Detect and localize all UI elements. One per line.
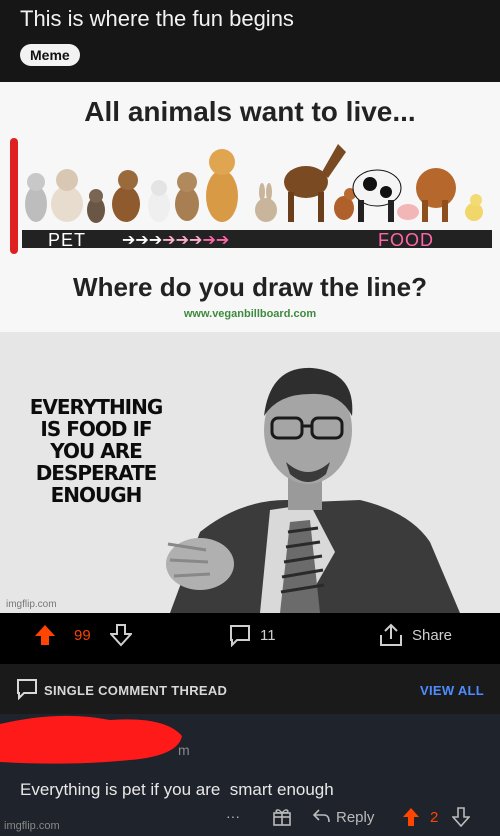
comment-upvote-icon[interactable] xyxy=(402,807,420,832)
upvote-count: 99 xyxy=(74,627,91,644)
comment-count: 11 xyxy=(260,627,276,644)
caption-line: IS FOOD IF xyxy=(40,417,152,441)
imgflip-footer-watermark: imgflip.com xyxy=(4,820,60,832)
redacted-username xyxy=(0,715,182,764)
animals-lineup-image xyxy=(25,144,483,223)
award-icon[interactable] xyxy=(272,807,292,832)
meme-caption: EVERYTHING IS FOOD IF YOU ARE DESPERATE … xyxy=(6,396,186,506)
comment-score: 2 xyxy=(430,809,439,826)
caption-line: EVERYTHING xyxy=(29,395,164,419)
meme-site: www.veganbillboard.com xyxy=(183,308,317,320)
more-options-button[interactable]: ··· xyxy=(226,808,240,824)
post-header: This is where the fun begins Meme xyxy=(0,0,500,82)
post-action-bar: 99 11 Share xyxy=(0,613,500,663)
man-in-suit-photo xyxy=(166,367,460,613)
single-comment-thread-bar: SINGLE COMMENT THREAD VIEW ALL xyxy=(0,664,500,714)
share-icon[interactable] xyxy=(378,623,404,651)
post-title[interactable]: This is where the fun begins xyxy=(20,6,294,32)
food-label: FOOD xyxy=(378,230,434,250)
comment-icon[interactable] xyxy=(228,623,252,651)
meme-heading: All animals want to live... xyxy=(84,96,416,127)
meme-bottom-panel[interactable]: EVERYTHING IS FOOD IF YOU ARE DESPERATE … xyxy=(0,332,500,613)
view-all-link[interactable]: VIEW ALL xyxy=(420,683,484,698)
caption-line: DESPERATE ENOUGH xyxy=(35,461,158,507)
comment-body: Everything is pet if you are smart enoug… xyxy=(20,780,334,799)
pet-food-band: PET ➔➔➔➔➔➔➔➔ FOOD xyxy=(22,230,492,250)
meme-top-panel[interactable]: All animals want to live... PET ➔➔➔➔➔➔➔➔… xyxy=(0,82,500,332)
comment: m Everything is pet if you are smart eno… xyxy=(0,714,500,836)
chat-bubble-icon xyxy=(16,678,38,705)
pet-label: PET xyxy=(48,230,87,250)
author-name-fragment[interactable]: m xyxy=(178,742,190,758)
reply-icon[interactable] xyxy=(312,808,330,829)
post-flair[interactable]: Meme xyxy=(20,44,80,66)
caption-line: YOU ARE xyxy=(50,439,143,463)
share-button[interactable]: Share xyxy=(412,627,452,644)
arrow-gradient-icon: ➔➔➔➔➔➔➔➔ xyxy=(122,232,230,249)
comment-downvote-icon[interactable] xyxy=(451,807,471,832)
thread-label: SINGLE COMMENT THREAD xyxy=(44,683,228,698)
upvote-icon[interactable] xyxy=(34,623,56,651)
reply-button[interactable]: Reply xyxy=(336,809,374,826)
downvote-icon[interactable] xyxy=(108,623,134,651)
meme-question: Where do you draw the line? xyxy=(73,272,427,302)
imgflip-watermark: imgflip.com xyxy=(6,599,57,610)
red-marker-line xyxy=(10,138,18,254)
